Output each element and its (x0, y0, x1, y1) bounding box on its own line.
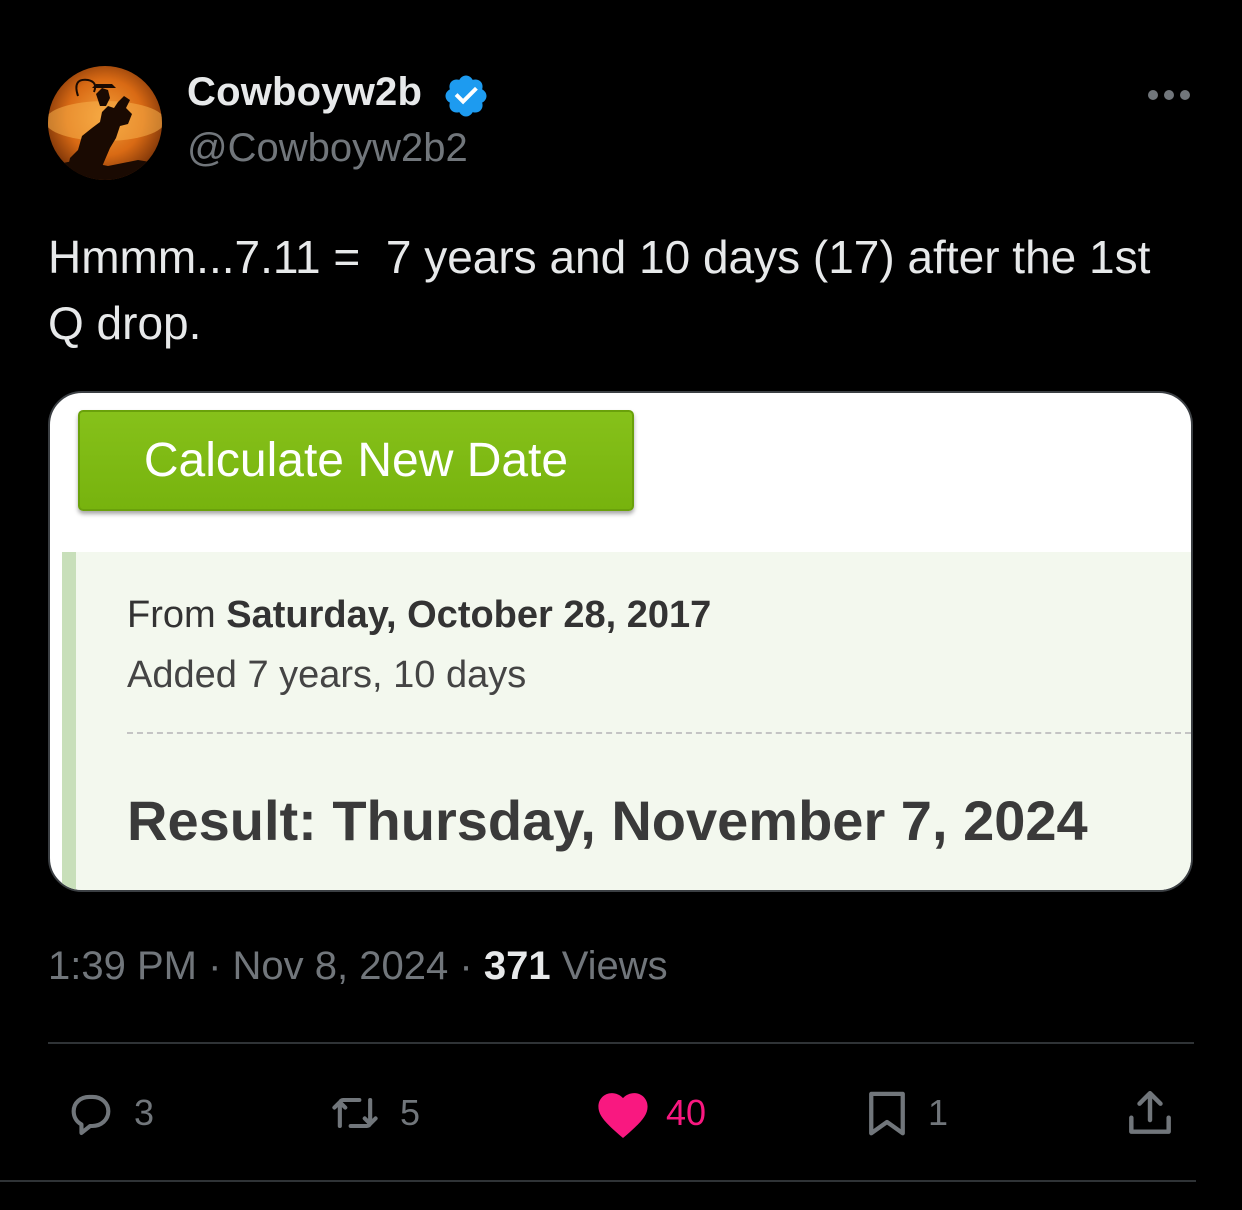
more-icon[interactable] (1146, 84, 1192, 106)
result-line: Result: Thursday, November 7, 2024 (127, 789, 1088, 852)
tweet-time[interactable]: 1:39 PM (48, 944, 197, 988)
like-button[interactable]: 40 (594, 1084, 706, 1142)
meta-separator: · (459, 944, 473, 988)
reply-button[interactable]: 3 (62, 1084, 154, 1142)
bookmark-button[interactable]: 1 (860, 1084, 948, 1142)
avatar[interactable] (48, 66, 162, 180)
user-handle[interactable]: @Cowboyw2b2 (187, 126, 468, 171)
reply-icon (71, 1094, 111, 1135)
display-name[interactable]: Cowboyw2b (187, 70, 422, 115)
result-panel: From Saturday, October 28, 2017 Added 7 … (62, 552, 1191, 890)
divider (48, 1042, 1194, 1044)
calculate-new-date-button: Calculate New Date (78, 410, 634, 511)
views-count: 371 (483, 944, 551, 988)
dashed-divider (127, 732, 1191, 734)
share-icon (1129, 1090, 1171, 1134)
views-label: Views (561, 944, 668, 988)
from-date: Saturday, October 28, 2017 (226, 594, 712, 636)
tweet-meta: 1:39 PM · Nov 8, 2024 · 371 Views (48, 944, 668, 989)
media-image[interactable]: Calculate New Date From Saturday, Octobe… (48, 391, 1193, 892)
added-line: Added 7 years, 10 days (127, 654, 527, 696)
repost-icon (332, 1097, 378, 1129)
reply-count: 3 (134, 1092, 155, 1133)
cowboy-silhouette-image (48, 78, 162, 180)
meta-separator: · (208, 944, 222, 988)
repost-count: 5 (400, 1092, 421, 1133)
share-button[interactable] (1122, 1084, 1178, 1142)
from-prefix: From (127, 594, 216, 636)
divider (0, 1180, 1196, 1182)
repost-button[interactable]: 5 (324, 1084, 420, 1142)
tweet-text: Hmmm...7.11 = 7 years and 10 days (17) a… (48, 231, 1164, 349)
like-count: 40 (666, 1092, 707, 1133)
from-line: From Saturday, October 28, 2017 (127, 594, 711, 637)
bookmark-count: 1 (928, 1092, 949, 1133)
heart-icon (598, 1093, 648, 1139)
verified-badge-icon (445, 75, 487, 117)
bookmark-icon (869, 1091, 905, 1136)
tweet-date[interactable]: Nov 8, 2024 (233, 944, 449, 988)
